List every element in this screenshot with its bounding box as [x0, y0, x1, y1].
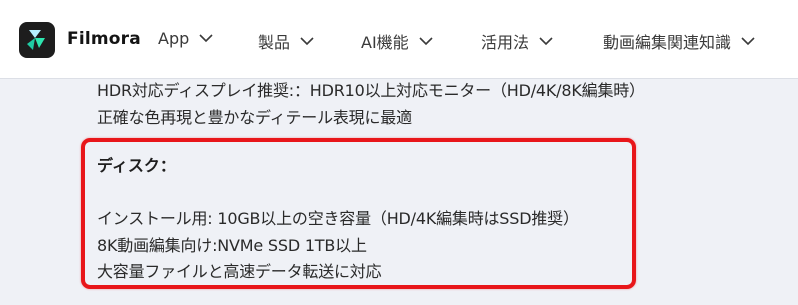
disk-heading: ディスク： — [97, 156, 176, 175]
chevron-down-icon — [741, 36, 755, 45]
nav-item-products[interactable]: 製品 — [258, 29, 314, 53]
display-spec-line: 正確な色再現と豊かなディテール表現に最適 — [97, 108, 412, 127]
chevron-down-icon — [539, 36, 553, 45]
disk-spec-line: インストール用: 10GB以上の空き容量（HD/4K編集時はSSD推奨） — [97, 209, 579, 228]
display-spec-line: HDR対応ディスプレイ推奨:：HDR10以上対応モニター（HD/4K/8K編集時… — [97, 81, 645, 100]
nav-item-label: 製品 — [258, 33, 291, 52]
chevron-down-icon — [199, 34, 213, 43]
filmora-logo-icon[interactable] — [19, 22, 55, 58]
top-navbar: Filmora App 製品 AI機能 活用法 動画編集関連知識 — [0, 0, 798, 79]
nav-item-label: App — [158, 29, 190, 48]
nav-item-label: AI機能 — [361, 33, 409, 52]
nav-item-app[interactable]: App — [158, 29, 213, 48]
disk-spec-line: 8K動画編集向け:NVMe SSD 1TB以上 — [97, 236, 367, 255]
brand-name[interactable]: Filmora — [67, 29, 141, 49]
nav-item-use-cases[interactable]: 活用法 — [481, 29, 553, 53]
chevron-down-icon — [300, 36, 314, 45]
nav-item-ai-features[interactable]: AI機能 — [361, 29, 433, 53]
disk-spec-line: 大容量ファイルと高速データ転送に対応 — [97, 262, 382, 281]
nav-item-video-knowledge[interactable]: 動画編集関連知識 — [603, 29, 755, 53]
nav-item-label: 活用法 — [481, 33, 530, 52]
nav-item-label: 動画編集関連知識 — [603, 33, 732, 52]
chevron-down-icon — [419, 36, 433, 45]
